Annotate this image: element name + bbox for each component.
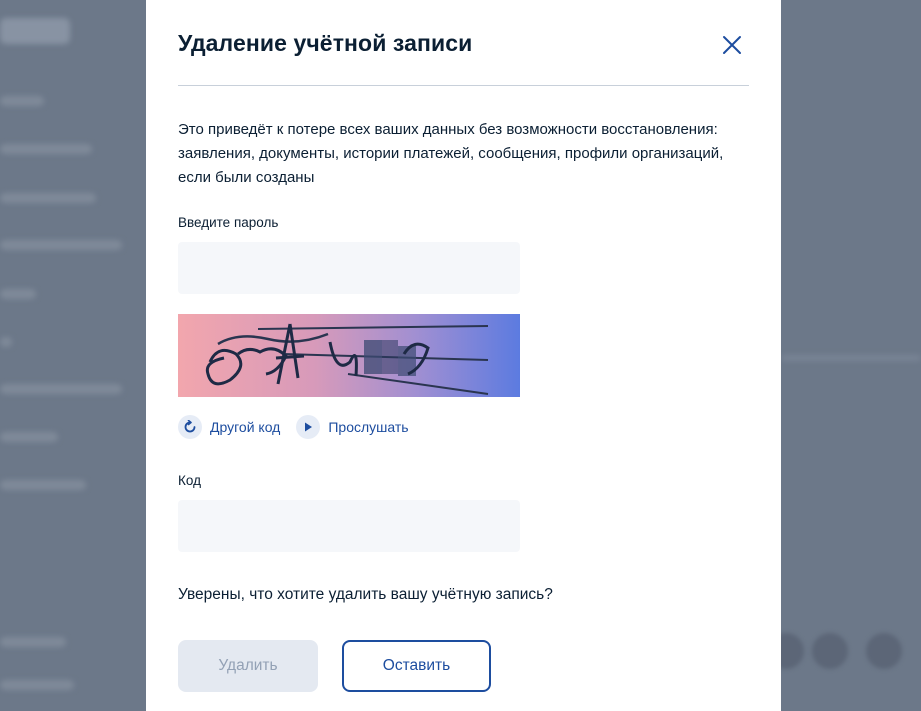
background-logo	[0, 18, 70, 44]
captcha-scribble	[205, 323, 489, 395]
captcha-image	[178, 314, 520, 397]
background-menu-line	[0, 480, 86, 490]
title-divider	[178, 85, 749, 86]
modal-content: Удаление учётной записи Это приведёт к п…	[178, 0, 749, 711]
code-input[interactable]	[178, 500, 520, 552]
listen-captcha-label: Прослушать	[328, 419, 409, 435]
background-menu-line	[0, 144, 92, 154]
refresh-captcha-label: Другой код	[210, 419, 281, 435]
captcha-actions: Другой код Прослушать	[178, 415, 409, 439]
background-menu-line	[0, 240, 122, 250]
background-social-icon	[866, 633, 902, 669]
background-divider	[781, 355, 921, 361]
password-label: Введите пароль	[178, 215, 279, 230]
confirmation-question: Уверены, что хотите удалить вашу учётную…	[178, 586, 553, 603]
background-menu-line	[0, 193, 96, 203]
background-footer-line	[0, 680, 74, 690]
listen-captcha-button[interactable]: Прослушать	[296, 415, 409, 439]
background-footer-line	[0, 637, 66, 647]
play-icon	[296, 415, 321, 439]
background-social-icon	[812, 633, 848, 669]
background-menu-line	[0, 384, 122, 394]
code-label: Код	[178, 473, 201, 488]
close-button[interactable]	[719, 32, 745, 58]
refresh-captcha-button[interactable]: Другой код	[178, 415, 280, 439]
warning-text: Это приведёт к потере всех ваших данных …	[178, 121, 724, 186]
refresh-icon	[178, 415, 202, 439]
background-menu-line	[0, 289, 36, 299]
modal-title: Удаление учётной записи	[178, 30, 473, 56]
delete-button[interactable]: Удалить	[178, 640, 318, 692]
close-icon	[723, 36, 741, 54]
password-input[interactable]	[178, 242, 520, 294]
background-menu-line	[0, 337, 12, 347]
background-menu-line	[0, 96, 44, 106]
delete-account-modal: Удаление учётной записи Это приведёт к п…	[146, 0, 781, 711]
keep-button[interactable]: Оставить	[342, 640, 491, 692]
background-menu-line	[0, 432, 58, 442]
